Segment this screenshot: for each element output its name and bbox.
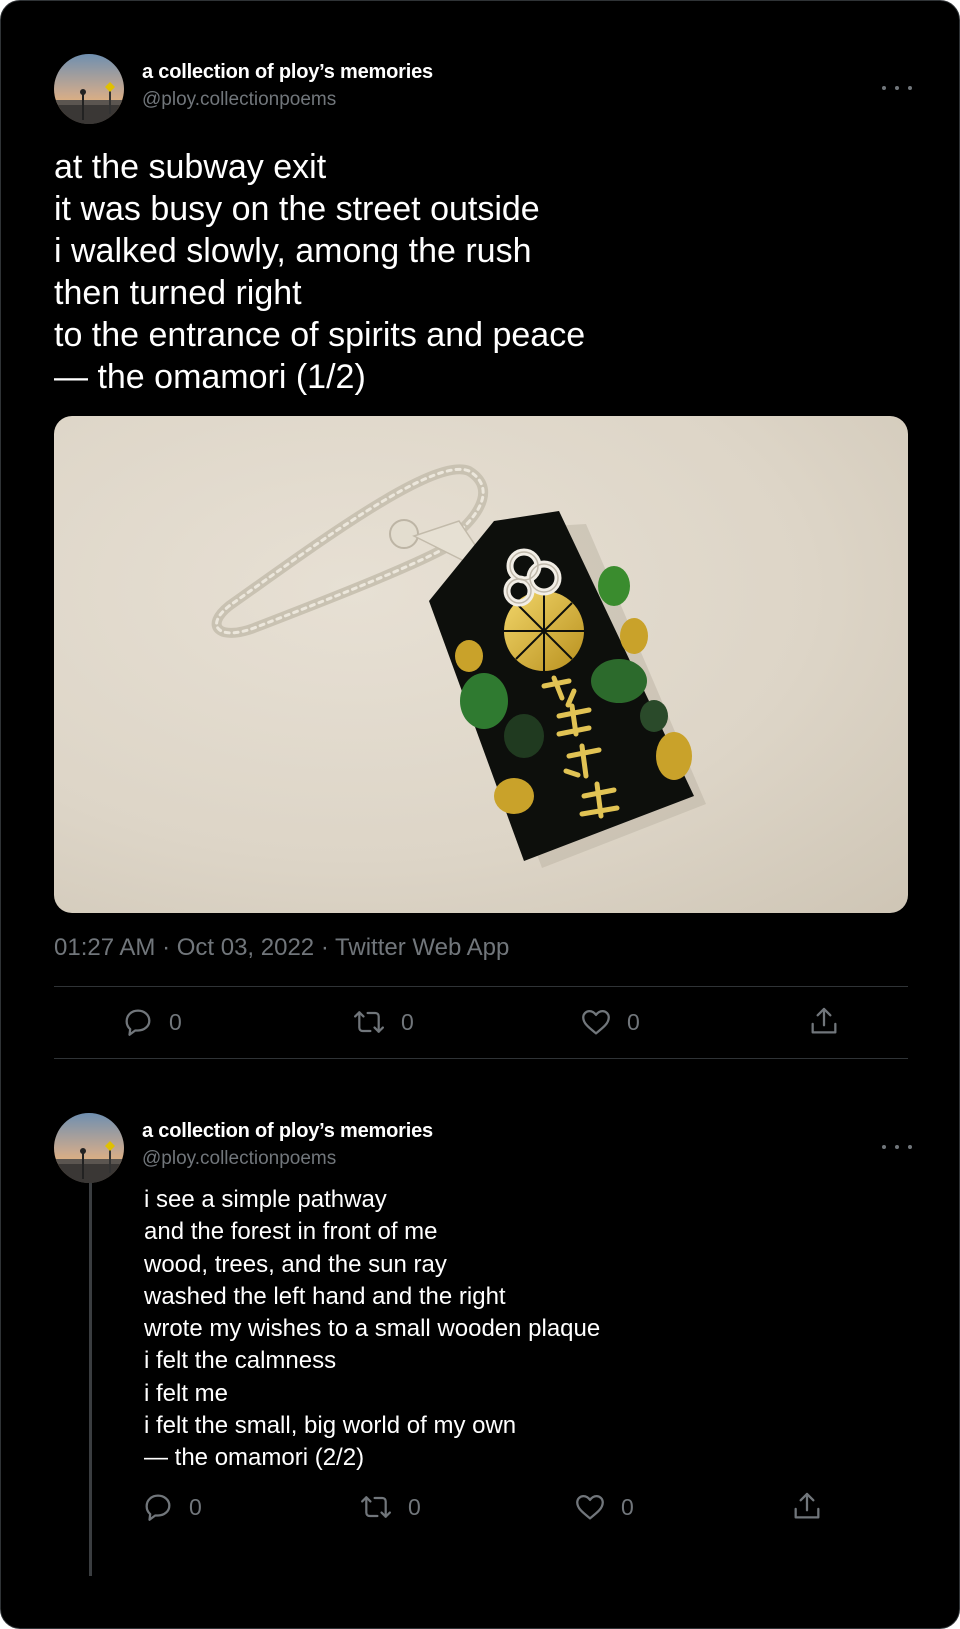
author-avatar[interactable] [54, 54, 124, 124]
retweet-count: 0 [408, 1493, 421, 1520]
share-upload-icon [794, 1492, 820, 1519]
more-dots-icon[interactable] [882, 81, 912, 95]
tweet-line: to the entrance of spirits and peace [54, 316, 586, 354]
tweet-line: at the subway exit [54, 148, 327, 186]
retweet-arrows-icon [361, 1496, 391, 1518]
heart-icon [582, 1009, 610, 1035]
reply-button[interactable]: 0 [121, 1005, 182, 1039]
tweet-photo[interactable] [54, 416, 908, 913]
reply-line: i see a simple pathway [144, 1186, 387, 1213]
retweet-count: 0 [401, 1008, 414, 1035]
author-name[interactable]: a collection of ploy’s memories [142, 1120, 433, 1143]
share-button[interactable] [807, 1004, 841, 1038]
author-avatar[interactable] [54, 1113, 124, 1183]
speech-bubble-icon [145, 1494, 171, 1521]
reply-line: i felt me [144, 1379, 229, 1407]
author-handle[interactable]: @ploy.collectionpoems [142, 1148, 336, 1170]
tweet-thread-card: a collection of ploy’s memories @ploy.co… [0, 0, 960, 1629]
more-dots-icon[interactable] [882, 1140, 912, 1154]
tweet-line: i walked slowly, among the rush [54, 232, 532, 270]
reply-line: wrote my wishes to a small wooden plaque [144, 1315, 601, 1343]
reply-text: i see a simple pathway and the forest in… [144, 1184, 600, 1475]
reply-count: 0 [189, 1493, 202, 1520]
author-name[interactable]: a collection of ploy’s memories [142, 61, 433, 84]
reply-line: i felt the calmness [144, 1347, 337, 1375]
retweet-button[interactable]: 0 [358, 1490, 421, 1524]
reply-line: and the forest in front of me [144, 1218, 438, 1246]
tweet-timestamp[interactable]: 01:27 AM · Oct 03, 2022 · Twitter Web Ap… [54, 934, 509, 962]
heart-icon [576, 1494, 604, 1520]
retweet-arrows-icon [354, 1011, 384, 1033]
like-button[interactable]: 0 [573, 1490, 634, 1524]
divider [54, 1058, 908, 1059]
share-button[interactable] [790, 1489, 824, 1523]
reply-line: i felt the small, big world of my own [144, 1412, 517, 1440]
author-handle[interactable]: @ploy.collectionpoems [142, 89, 336, 111]
reply-line: wood, trees, and the sun ray [144, 1250, 447, 1278]
like-button[interactable]: 0 [579, 1005, 640, 1039]
like-count: 0 [627, 1008, 640, 1035]
retweet-button[interactable]: 0 [351, 1005, 414, 1039]
share-upload-icon [811, 1007, 837, 1034]
divider [54, 986, 908, 987]
tweet-text: at the subway exit it was busy on the st… [54, 146, 585, 398]
tweet-line: then turned right [54, 274, 302, 312]
reply-button[interactable]: 0 [141, 1490, 202, 1524]
tweet-line: — the omamori (1/2) [54, 358, 366, 396]
reply-line: — the omamori (2/2) [144, 1444, 365, 1472]
reply-count: 0 [169, 1008, 182, 1035]
omamori-image [54, 416, 908, 913]
reply-line: washed the left hand and the right [144, 1282, 506, 1310]
tweet-line: it was busy on the street outside [54, 190, 540, 228]
like-count: 0 [621, 1493, 634, 1520]
speech-bubble-icon [125, 1009, 151, 1036]
thread-connector-line [89, 1173, 92, 1576]
